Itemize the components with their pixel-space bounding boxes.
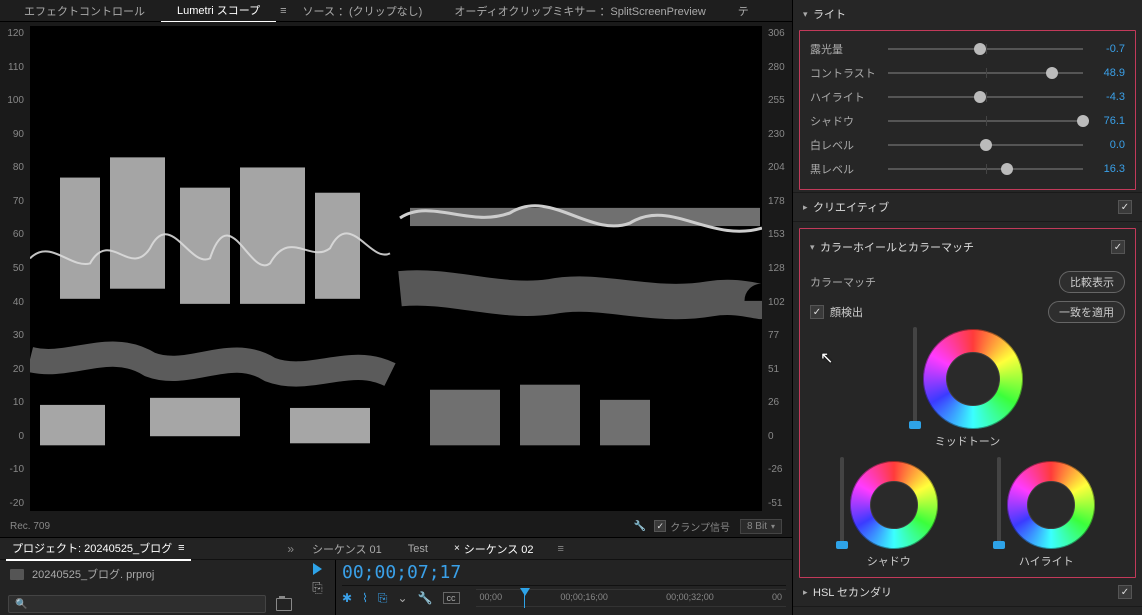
slider-label: シャドウ xyxy=(810,113,880,129)
slider-value[interactable]: 48.9 xyxy=(1091,67,1125,79)
slider-value[interactable]: -0.7 xyxy=(1091,43,1125,55)
section-hsl-secondary[interactable]: ▸ HSL セカンダリ ✓ xyxy=(793,578,1142,606)
timeline-ruler[interactable]: 00;00 00;00;16;00 00;00;32;00 00 xyxy=(476,589,786,607)
timeline-panel: シーケンス 01 Test × シーケンス 02 ≡ ⎘ 00;00;07;17… xyxy=(300,538,792,615)
expand-panels-icon[interactable]: » xyxy=(287,542,294,556)
tab-test[interactable]: Test xyxy=(402,540,434,558)
tab-sequence-02[interactable]: × シーケンス 02 xyxy=(448,538,540,560)
tab-audio-mixer[interactable]: オーディオクリップミキサー ：SplitScreenPreview xyxy=(438,0,721,22)
shadows-slider[interactable]: シャドウ 76.1 xyxy=(810,109,1125,133)
slider-value[interactable]: 0.0 xyxy=(1091,139,1125,151)
insert-edit-icon[interactable]: ⎘ xyxy=(312,580,322,596)
chevron-right-icon: ▸ xyxy=(803,202,813,213)
chevron-down-icon: ▾ xyxy=(803,9,813,20)
chevron-right-icon: ▸ xyxy=(803,587,813,598)
scope-panel-tabs: エフェクトコントロール Lumetri スコープ ≡ ソース ：(クリップなし)… xyxy=(0,0,792,22)
color-match-label: カラーマッチ xyxy=(810,274,876,290)
tab-lumetri-scope[interactable]: Lumetri スコープ xyxy=(161,0,276,23)
blacks-slider[interactable]: 黒レベル 16.3 xyxy=(810,157,1125,181)
lumetri-scope-panel: 120110100 908070 605040 302010 0-10-20 3… xyxy=(0,22,792,537)
tab-project[interactable]: プロジェクト: 20240525_ブログ≡ xyxy=(6,537,191,561)
close-icon[interactable]: × xyxy=(454,543,460,554)
chevron-down-icon: ▾ xyxy=(810,242,820,253)
linked-selection-icon[interactable]: ⌇ xyxy=(362,591,368,605)
panel-menu-icon[interactable]: ≡ xyxy=(178,542,184,554)
shadow-luma-slider[interactable] xyxy=(840,457,844,549)
color-wheels-enable-checkbox[interactable]: ✓ xyxy=(1111,240,1125,254)
highlight-luma-slider[interactable] xyxy=(997,457,1001,549)
chevron-down-icon: ▾ xyxy=(771,522,775,531)
slider-label: ハイライト xyxy=(810,89,880,105)
shadow-color-wheel[interactable] xyxy=(850,461,938,549)
panel-menu-icon[interactable]: ≡ xyxy=(558,543,564,555)
bit-depth-dropdown[interactable]: 8 Bit▾ xyxy=(740,519,782,534)
timecode-display[interactable]: 00;00;07;17 xyxy=(342,562,786,583)
project-search-input[interactable]: 🔍 xyxy=(8,595,266,613)
playhead-icon[interactable] xyxy=(520,588,530,596)
tab-sequence-01[interactable]: シーケンス 01 xyxy=(306,538,388,560)
wheel-label-midtone: ミッドトーン xyxy=(935,433,1000,449)
tab-truncated[interactable]: テ xyxy=(722,0,765,22)
slider-label: 白レベル xyxy=(810,137,880,153)
new-bin-icon[interactable] xyxy=(276,598,292,611)
clamp-signal-checkbox[interactable]: ✓クランプ信号 xyxy=(654,519,730,534)
section-light[interactable]: ▾ ライト xyxy=(793,0,1142,28)
midtone-color-wheel[interactable] xyxy=(923,329,1023,429)
whites-slider[interactable]: 白レベル 0.0 xyxy=(810,133,1125,157)
play-icon[interactable] xyxy=(313,563,322,575)
exposure-slider[interactable]: 露光量 -0.7 xyxy=(810,37,1125,61)
slider-value[interactable]: 16.3 xyxy=(1091,163,1125,175)
marker-icon[interactable]: ⎘ xyxy=(378,591,388,606)
waveform-scope xyxy=(30,26,762,511)
scope-axis-left: 120110100 908070 605040 302010 0-10-20 xyxy=(0,26,28,511)
wheel-label-highlight: ハイライト xyxy=(1019,553,1074,569)
section-creative[interactable]: ▸ クリエイティブ ✓ xyxy=(793,193,1142,221)
project-filename: 20240525_ブログ. prproj xyxy=(32,566,154,582)
slider-label: 露光量 xyxy=(810,41,880,57)
apply-match-button[interactable]: 一致を適用 xyxy=(1048,301,1125,323)
highlights-slider[interactable]: ハイライト -4.3 xyxy=(810,85,1125,109)
highlight-color-wheel[interactable] xyxy=(1007,461,1095,549)
cc-icon[interactable]: cc xyxy=(443,592,460,604)
tool-icon[interactable]: ⌄ xyxy=(398,591,408,605)
scope-rec-label: Rec. 709 xyxy=(10,521,50,532)
midtone-luma-slider[interactable] xyxy=(913,327,917,429)
hsl-enable-checkbox[interactable]: ✓ xyxy=(1118,585,1132,599)
slider-value[interactable]: -4.3 xyxy=(1091,91,1125,103)
project-panel: プロジェクト: 20240525_ブログ≡ » 20240525_ブログ. pr… xyxy=(0,538,300,615)
lumetri-color-panel: ▾ ライト 露光量 -0.7 コントラスト 48.9 ハイライト -4.3 シャドウ 76.1… xyxy=(792,0,1142,615)
creative-enable-checkbox[interactable]: ✓ xyxy=(1118,200,1132,214)
scope-axis-right: 306280255 230204178 153128102 775126 0-2… xyxy=(764,26,792,511)
slider-label: コントラスト xyxy=(810,65,880,81)
slider-value[interactable]: 76.1 xyxy=(1091,115,1125,127)
tab-source[interactable]: ソース ：(クリップなし) xyxy=(287,0,439,22)
contrast-slider[interactable]: コントラスト 48.9 xyxy=(810,61,1125,85)
folder-icon xyxy=(10,569,24,580)
wheel-label-shadow: シャドウ xyxy=(867,553,911,569)
compare-view-button[interactable]: 比較表示 xyxy=(1059,271,1125,293)
snap-icon[interactable]: ✱ xyxy=(342,591,352,605)
wrench-icon[interactable]: 🔧 xyxy=(418,591,433,605)
tab-effect-controls[interactable]: エフェクトコントロール xyxy=(8,0,161,22)
scope-settings-icon[interactable]: 🔧 xyxy=(634,521,646,532)
slider-label: 黒レベル xyxy=(810,161,880,177)
face-detect-checkbox[interactable]: ✓顔検出 xyxy=(810,304,863,320)
section-color-wheels[interactable]: ▾ カラーホイールとカラーマッチ ✓ xyxy=(800,229,1135,261)
